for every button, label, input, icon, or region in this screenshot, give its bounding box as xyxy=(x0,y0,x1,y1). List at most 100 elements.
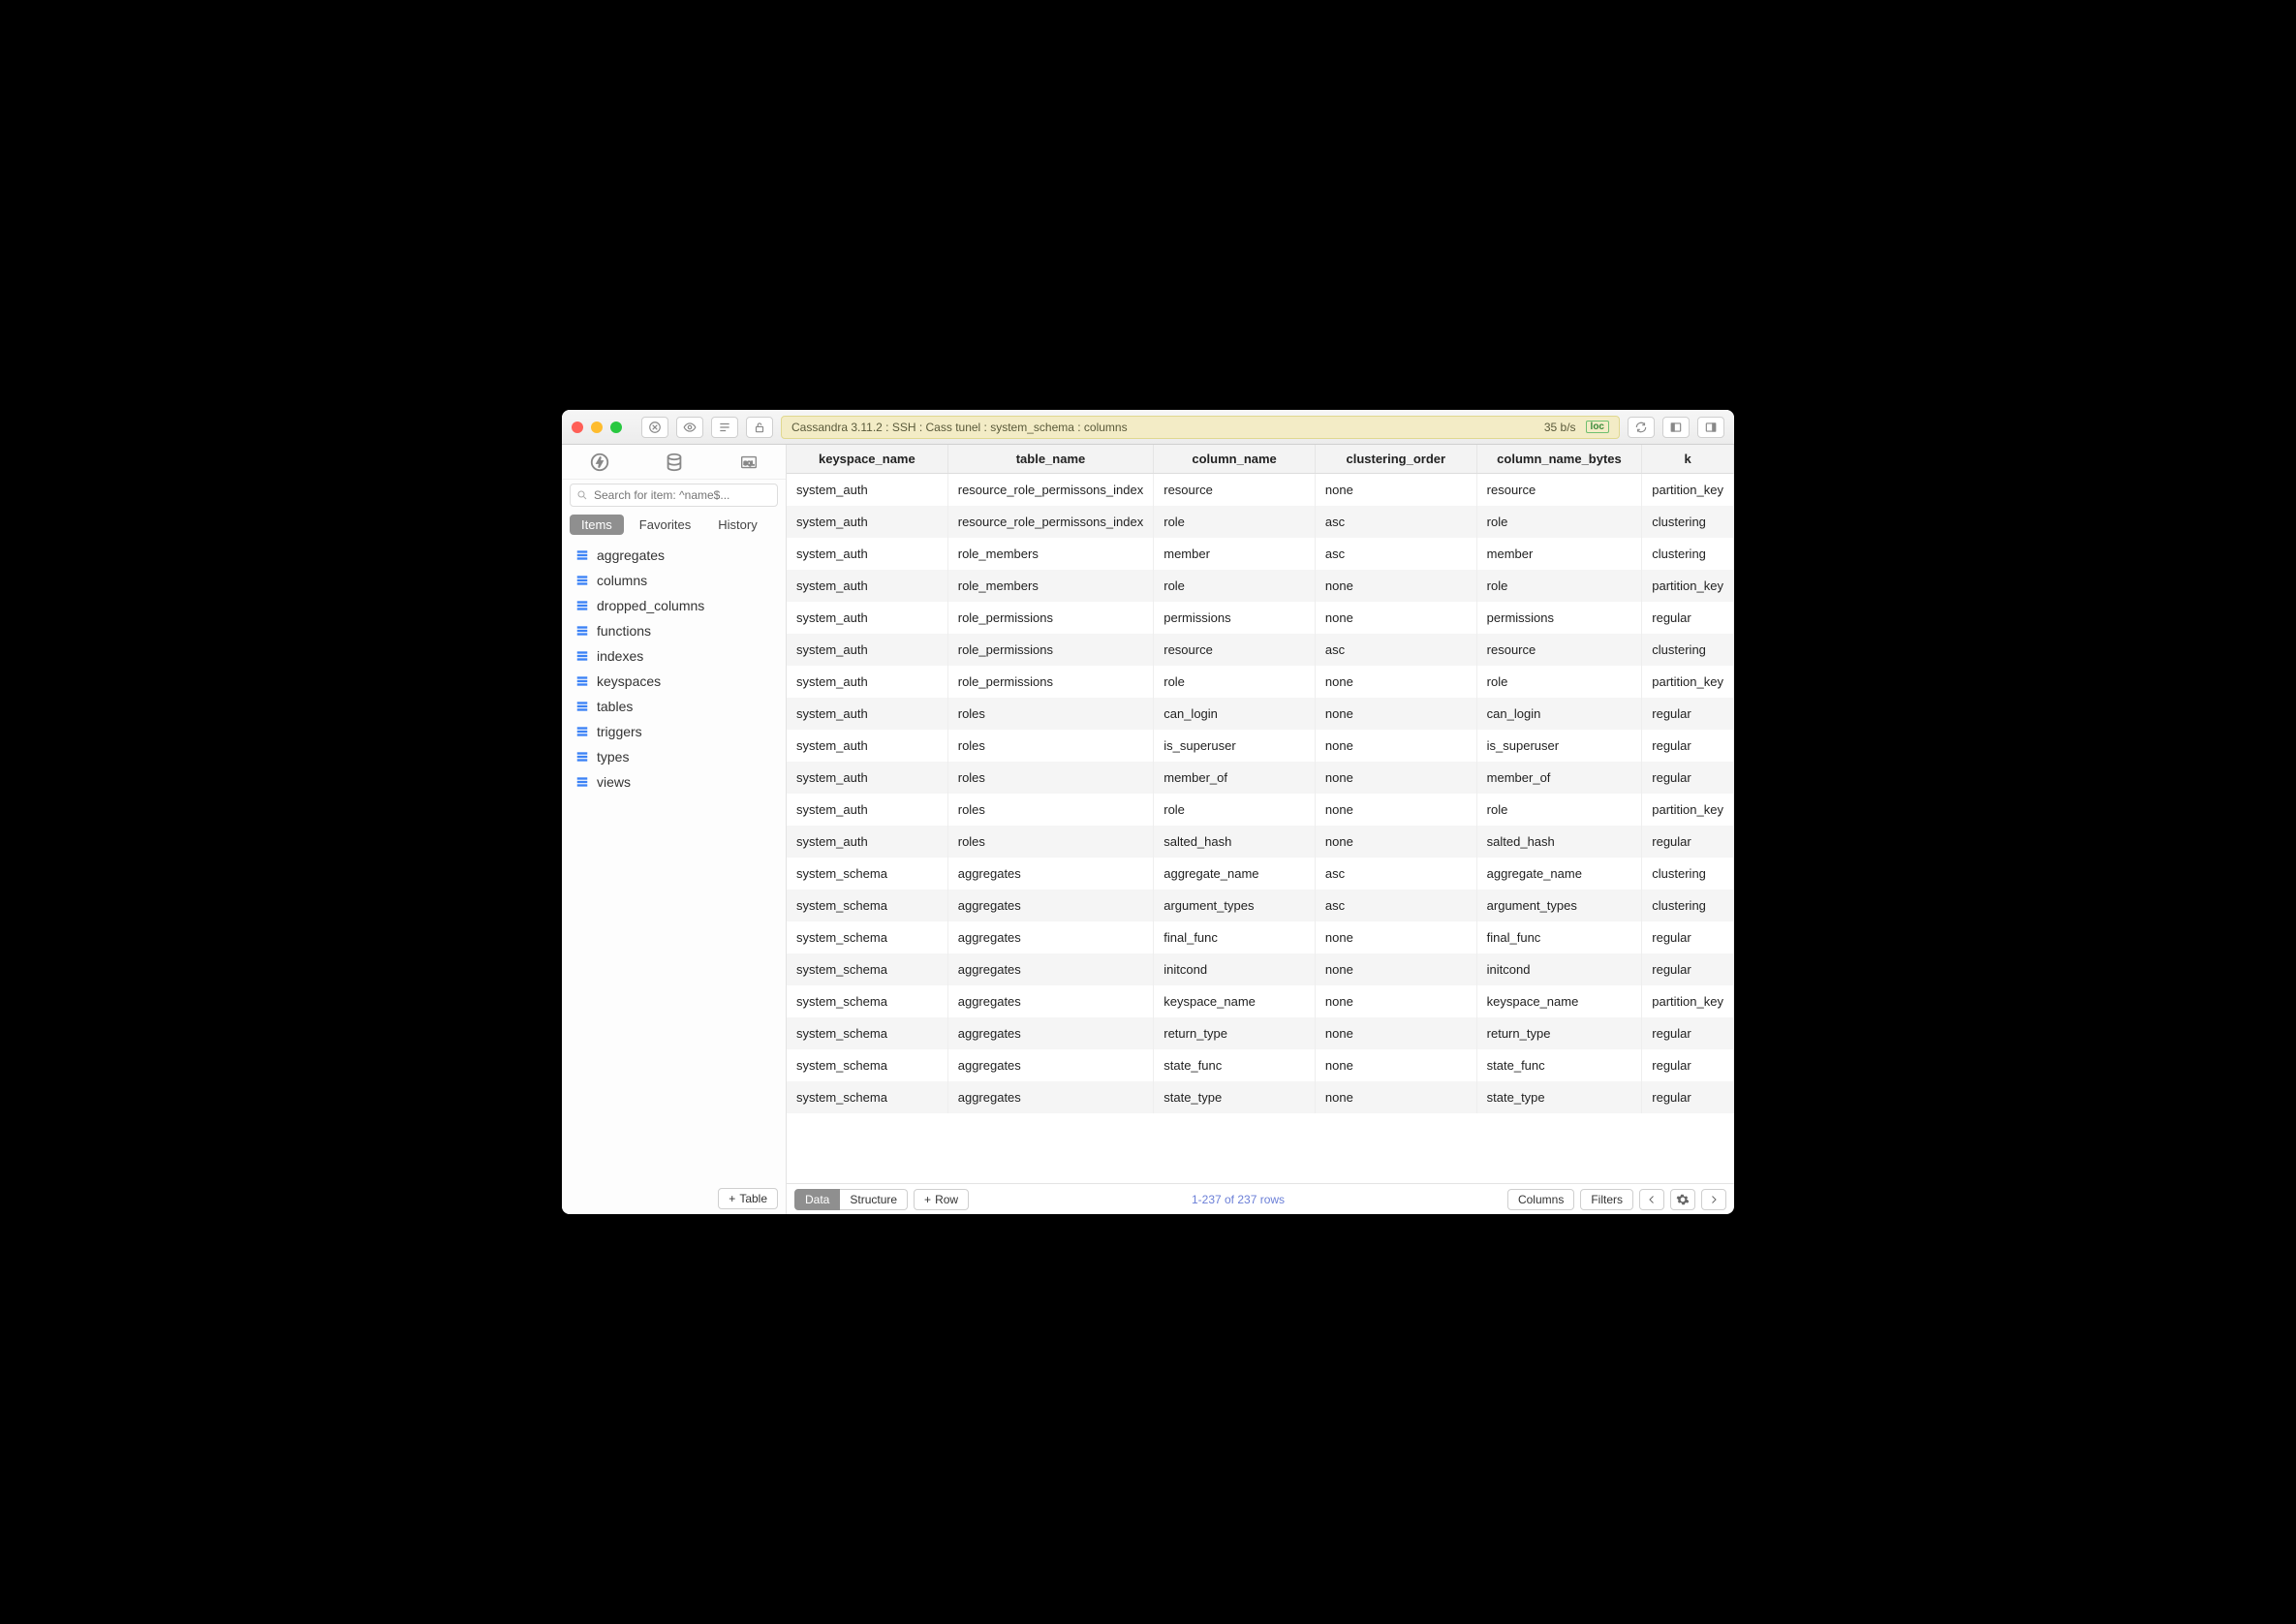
add-row-button[interactable]: + Row xyxy=(914,1189,969,1210)
column-header-keyspace_name[interactable]: keyspace_name xyxy=(787,445,947,474)
cell[interactable]: can_login xyxy=(1154,698,1316,730)
cell[interactable]: state_type xyxy=(1476,1081,1642,1113)
cell[interactable]: system_auth xyxy=(787,602,947,634)
table-row[interactable]: system_schemaaggregatesstate_typenonesta… xyxy=(787,1081,1734,1113)
cell[interactable]: can_login xyxy=(1476,698,1642,730)
cell[interactable]: clustering xyxy=(1642,634,1734,666)
cell[interactable]: roles xyxy=(947,762,1154,794)
cell[interactable]: role_permissions xyxy=(947,666,1154,698)
table-row[interactable]: system_authrolesmember_ofnonemember_ofre… xyxy=(787,762,1734,794)
cell[interactable]: system_auth xyxy=(787,762,947,794)
data-grid-wrap[interactable]: keyspace_nametable_namecolumn_namecluste… xyxy=(787,445,1734,1183)
cell[interactable]: member xyxy=(1154,538,1316,570)
cell[interactable]: role_permissions xyxy=(947,602,1154,634)
cell[interactable]: none xyxy=(1315,921,1476,953)
cell[interactable]: member_of xyxy=(1476,762,1642,794)
cell[interactable]: member_of xyxy=(1154,762,1316,794)
table-row[interactable]: system_authrole_permissionsrolenonerolep… xyxy=(787,666,1734,698)
cell[interactable]: system_schema xyxy=(787,890,947,921)
zoom-window-button[interactable] xyxy=(610,422,622,433)
cell[interactable]: none xyxy=(1315,953,1476,985)
cell[interactable]: clustering xyxy=(1642,858,1734,890)
table-row[interactable]: system_authrolesrolenonerolepartition_ke… xyxy=(787,794,1734,826)
cell[interactable]: initcond xyxy=(1476,953,1642,985)
breadcrumb[interactable]: Cassandra 3.11.2 : SSH : Cass tunel : sy… xyxy=(781,416,1620,439)
column-header-clustering_order[interactable]: clustering_order xyxy=(1315,445,1476,474)
cell[interactable]: roles xyxy=(947,730,1154,762)
cell[interactable]: none xyxy=(1315,826,1476,858)
cell[interactable]: none xyxy=(1315,985,1476,1017)
cell[interactable]: partition_key xyxy=(1642,794,1734,826)
sidebar-item-keyspaces[interactable]: keyspaces xyxy=(562,669,786,694)
cell[interactable]: regular xyxy=(1642,1049,1734,1081)
cell[interactable]: roles xyxy=(947,698,1154,730)
table-row[interactable]: system_schemaaggregatesaggregate_nameasc… xyxy=(787,858,1734,890)
column-header-k[interactable]: k xyxy=(1642,445,1734,474)
cell[interactable]: roles xyxy=(947,826,1154,858)
cell[interactable]: resource xyxy=(1476,474,1642,507)
cell[interactable]: aggregates xyxy=(947,1017,1154,1049)
cell[interactable]: clustering xyxy=(1642,538,1734,570)
cell[interactable]: system_auth xyxy=(787,794,947,826)
sidebar-item-views[interactable]: views xyxy=(562,769,786,795)
cell[interactable]: regular xyxy=(1642,762,1734,794)
add-table-button[interactable]: + Table xyxy=(718,1188,778,1209)
cell[interactable]: regular xyxy=(1642,826,1734,858)
column-header-column_name[interactable]: column_name xyxy=(1154,445,1316,474)
cell[interactable]: aggregates xyxy=(947,1081,1154,1113)
cell[interactable]: argument_types xyxy=(1154,890,1316,921)
sidebar-item-columns[interactable]: columns xyxy=(562,568,786,593)
close-window-button[interactable] xyxy=(572,422,583,433)
cell[interactable]: system_schema xyxy=(787,1049,947,1081)
eye-icon[interactable] xyxy=(676,417,703,438)
view-mode-data[interactable]: Data xyxy=(794,1189,840,1210)
cell[interactable]: regular xyxy=(1642,1081,1734,1113)
cell[interactable]: system_schema xyxy=(787,953,947,985)
filters-button[interactable]: Filters xyxy=(1580,1189,1633,1210)
cell[interactable]: asc xyxy=(1315,538,1476,570)
cell[interactable]: partition_key xyxy=(1642,474,1734,507)
cell[interactable]: role_members xyxy=(947,570,1154,602)
cell[interactable]: system_schema xyxy=(787,921,947,953)
column-header-column_name_bytes[interactable]: column_name_bytes xyxy=(1476,445,1642,474)
tab-items[interactable]: Items xyxy=(570,515,624,535)
settings-button[interactable] xyxy=(1670,1189,1695,1210)
cell[interactable]: aggregates xyxy=(947,953,1154,985)
cell[interactable]: none xyxy=(1315,1081,1476,1113)
cell[interactable]: system_auth xyxy=(787,570,947,602)
cell[interactable]: system_auth xyxy=(787,634,947,666)
sidebar-item-functions[interactable]: functions xyxy=(562,618,786,643)
cell[interactable]: system_auth xyxy=(787,506,947,538)
column-header-table_name[interactable]: table_name xyxy=(947,445,1154,474)
cell[interactable]: system_auth xyxy=(787,474,947,507)
cell[interactable]: role xyxy=(1154,506,1316,538)
panel-right-icon[interactable] xyxy=(1697,417,1724,438)
cell[interactable]: partition_key xyxy=(1642,985,1734,1017)
table-row[interactable]: system_schemaaggregatesfinal_funcnonefin… xyxy=(787,921,1734,953)
sidebar-item-tables[interactable]: tables xyxy=(562,694,786,719)
cell[interactable]: role xyxy=(1154,666,1316,698)
layout-icon[interactable] xyxy=(711,417,738,438)
search-input-wrap[interactable] xyxy=(570,484,778,507)
cell[interactable]: regular xyxy=(1642,921,1734,953)
sql-icon[interactable]: SQL xyxy=(738,452,760,473)
table-row[interactable]: system_authrolescan_loginnonecan_loginre… xyxy=(787,698,1734,730)
search-input[interactable] xyxy=(594,488,771,502)
lock-icon[interactable] xyxy=(746,417,773,438)
cell[interactable]: role xyxy=(1154,794,1316,826)
cell[interactable]: final_func xyxy=(1476,921,1642,953)
cell[interactable]: keyspace_name xyxy=(1476,985,1642,1017)
cell[interactable]: regular xyxy=(1642,602,1734,634)
table-row[interactable]: system_schemaaggregateskeyspace_namenone… xyxy=(787,985,1734,1017)
cell[interactable]: asc xyxy=(1315,858,1476,890)
table-row[interactable]: system_authrole_membersrolenoneroleparti… xyxy=(787,570,1734,602)
cell[interactable]: argument_types xyxy=(1476,890,1642,921)
table-row[interactable]: system_schemaaggregatesinitcondnoneinitc… xyxy=(787,953,1734,985)
cell[interactable]: aggregates xyxy=(947,985,1154,1017)
cell[interactable]: aggregate_name xyxy=(1154,858,1316,890)
cancel-icon[interactable] xyxy=(641,417,668,438)
table-row[interactable]: system_authresource_role_permissons_inde… xyxy=(787,506,1734,538)
cell[interactable]: system_schema xyxy=(787,858,947,890)
cell[interactable]: role_members xyxy=(947,538,1154,570)
bolt-icon[interactable] xyxy=(589,452,610,473)
